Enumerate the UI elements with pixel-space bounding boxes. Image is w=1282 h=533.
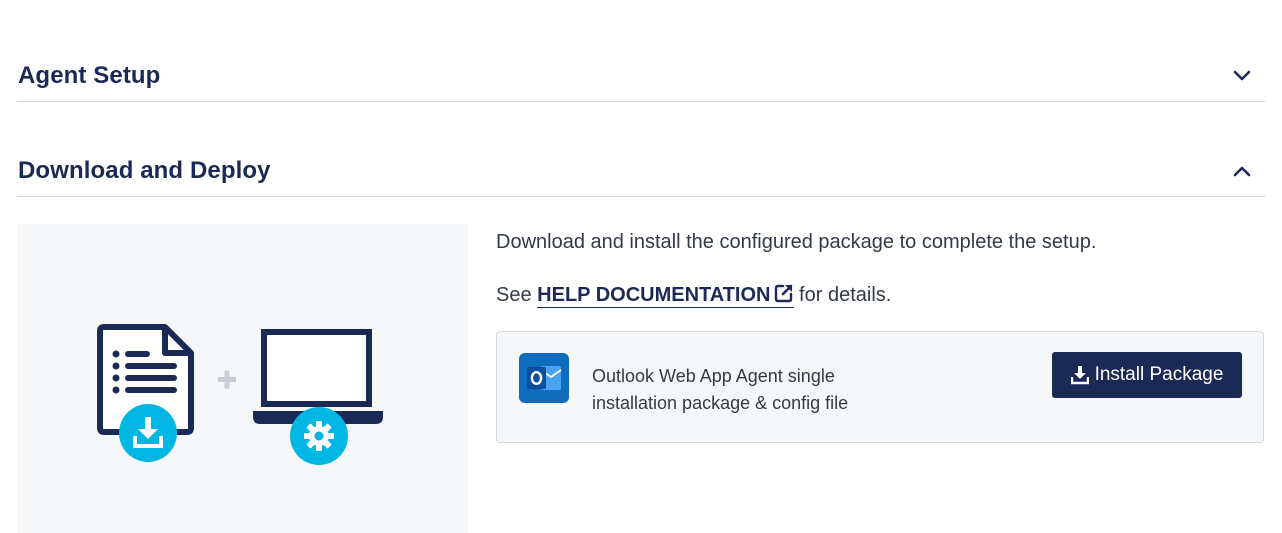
install-package-button[interactable]: Install Package [1052, 352, 1242, 398]
agent-setup-header[interactable]: Agent Setup [17, 51, 1265, 102]
package-description: Outlook Web App Agent single installatio… [592, 366, 849, 413]
chevron-down-icon[interactable] [1231, 65, 1253, 87]
see-prefix: See [496, 284, 538, 306]
package-card: Outlook Web App Agent single installatio… [496, 331, 1264, 443]
download-deploy-header[interactable]: Download and Deploy [17, 146, 1265, 197]
plus-icon [218, 370, 236, 389]
intro-text: Download and install the configured pack… [496, 231, 1097, 253]
chevron-up-icon[interactable] [1231, 160, 1253, 182]
help-line: See HELP DOCUMENTATION for details. [496, 283, 891, 309]
install-package-label: Install Package [1094, 364, 1224, 385]
download-icon [119, 404, 177, 462]
see-suffix: for details. [793, 284, 892, 306]
agent-setup-title: Agent Setup [18, 62, 161, 89]
external-link-icon [774, 283, 794, 309]
help-documentation-link[interactable]: HELP DOCUMENTATION [537, 283, 794, 309]
outlook-icon [519, 353, 569, 403]
download-deploy-title: Download and Deploy [18, 157, 271, 184]
download-tray-icon [1070, 365, 1089, 385]
help-link-label: HELP DOCUMENTATION [537, 284, 771, 306]
deploy-illustration [17, 224, 468, 533]
gear-icon [290, 407, 348, 465]
